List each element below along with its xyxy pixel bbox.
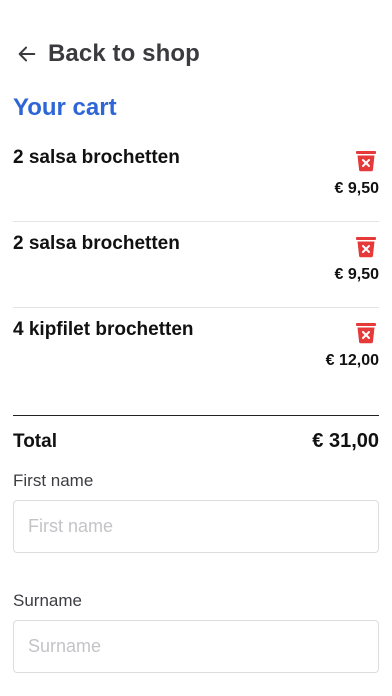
surname-field[interactable] (13, 620, 379, 673)
cart-item-name: 4 kipfilet brochetten (13, 319, 194, 340)
total-label: Total (13, 430, 57, 452)
delete-item-button[interactable] (355, 322, 377, 344)
cart-item: 2 salsa brochetten € 9,50 (13, 222, 379, 308)
total-value: € 31,00 (312, 430, 379, 452)
surname-label: Surname (13, 591, 82, 610)
back-to-shop-link[interactable]: Back to shop (16, 40, 200, 68)
cart-item-name: 2 salsa brochetten (13, 233, 180, 254)
cart-item-price: € 9,50 (334, 266, 379, 283)
delete-item-button[interactable] (355, 150, 377, 172)
cart-item: 4 kipfilet brochetten € 12,00 (13, 308, 379, 394)
back-to-shop-label: Back to shop (48, 40, 200, 67)
first-name-label: First name (13, 471, 94, 490)
first-name-field[interactable] (13, 500, 379, 553)
checkout-page: Back to shop Your cart 2 salsa brochette… (0, 0, 392, 696)
cart-item: 2 salsa brochetten € 9,50 (13, 136, 379, 222)
cart-title: Your cart (13, 94, 117, 121)
arrow-left-icon (18, 46, 36, 62)
summary-divider (13, 415, 379, 416)
trash-icon (356, 151, 376, 172)
delete-item-button[interactable] (355, 236, 377, 258)
total-row: Total € 31,00 (13, 430, 379, 453)
trash-icon (356, 323, 376, 344)
cart-item-price: € 12,00 (325, 352, 379, 369)
cart-item-price: € 9,50 (334, 180, 379, 197)
trash-icon (356, 237, 376, 258)
cart-item-list: 2 salsa brochetten € 9,50 2 salsa broche… (13, 136, 379, 394)
cart-item-name: 2 salsa brochetten (13, 147, 180, 168)
